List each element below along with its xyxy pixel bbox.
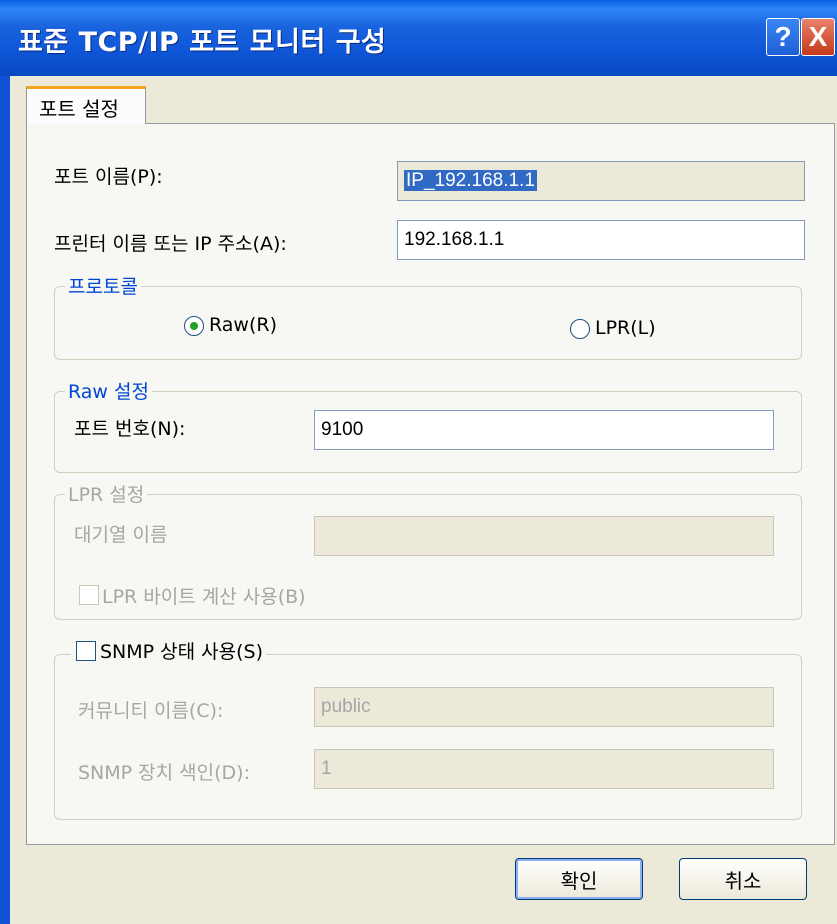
radio-selected-dot <box>190 322 198 330</box>
queue-name-input[interactable] <box>314 516 774 556</box>
snmp-legend: SNMP 상태 사용(S) <box>71 637 267 664</box>
close-button[interactable]: X <box>801 18 835 56</box>
snmp-device-index-input[interactable]: 1 <box>314 749 774 789</box>
community-name-input[interactable]: public <box>314 687 774 727</box>
lpr-radio-label[interactable]: LPR(L) <box>595 317 656 339</box>
ok-button[interactable]: 확인 <box>515 858 643 900</box>
window-frame-left <box>0 76 10 924</box>
help-button[interactable]: ? <box>766 18 800 56</box>
tab-port-settings[interactable]: 포트 설정 <box>26 86 146 124</box>
lpr-byte-counting-label: LPR 바이트 계산 사용(B) <box>102 586 306 608</box>
lpr-byte-counting-checkbox[interactable] <box>79 585 99 605</box>
port-name-label: 포트 이름(P): <box>54 166 163 188</box>
window-title: 표준 TCP/IP 포트 모니터 구성 <box>18 27 387 58</box>
port-number-label: 포트 번호(N): <box>74 418 186 440</box>
tab-panel: 포트 이름(P): IP_192.168.1.1 프린터 이름 또는 IP 주소… <box>26 123 835 845</box>
raw-radio[interactable] <box>184 316 204 336</box>
printer-address-input[interactable]: 192.168.1.1 <box>397 220 805 260</box>
tab-label: 포트 설정 <box>39 97 119 121</box>
protocol-legend: 프로토콜 <box>65 272 141 299</box>
port-number-input[interactable]: 9100 <box>314 410 774 450</box>
title-bar[interactable]: 표준 TCP/IP 포트 모니터 구성 ? X <box>0 0 837 76</box>
community-name-label: 커뮤니티 이름(C): <box>78 700 224 722</box>
cancel-button[interactable]: 취소 <box>679 858 807 900</box>
lpr-radio[interactable] <box>570 319 590 339</box>
snmp-group <box>54 654 802 820</box>
port-name-value: IP_192.168.1.1 <box>404 170 537 191</box>
raw-settings-legend: Raw 설정 <box>65 377 152 404</box>
raw-radio-label[interactable]: Raw(R) <box>209 314 277 336</box>
snmp-status-checkbox[interactable] <box>76 641 96 661</box>
printer-address-label: 프린터 이름 또는 IP 주소(A): <box>54 233 287 255</box>
snmp-device-index-label: SNMP 장치 색인(D): <box>78 762 250 784</box>
help-icon: ? <box>774 21 792 52</box>
protocol-group <box>54 286 802 360</box>
snmp-status-label[interactable]: SNMP 상태 사용(S) <box>100 641 263 663</box>
queue-name-label: 대기열 이름 <box>74 524 168 546</box>
port-name-field[interactable]: IP_192.168.1.1 <box>397 161 805 201</box>
lpr-settings-legend: LPR 설정 <box>65 480 148 507</box>
close-icon: X <box>808 21 828 52</box>
